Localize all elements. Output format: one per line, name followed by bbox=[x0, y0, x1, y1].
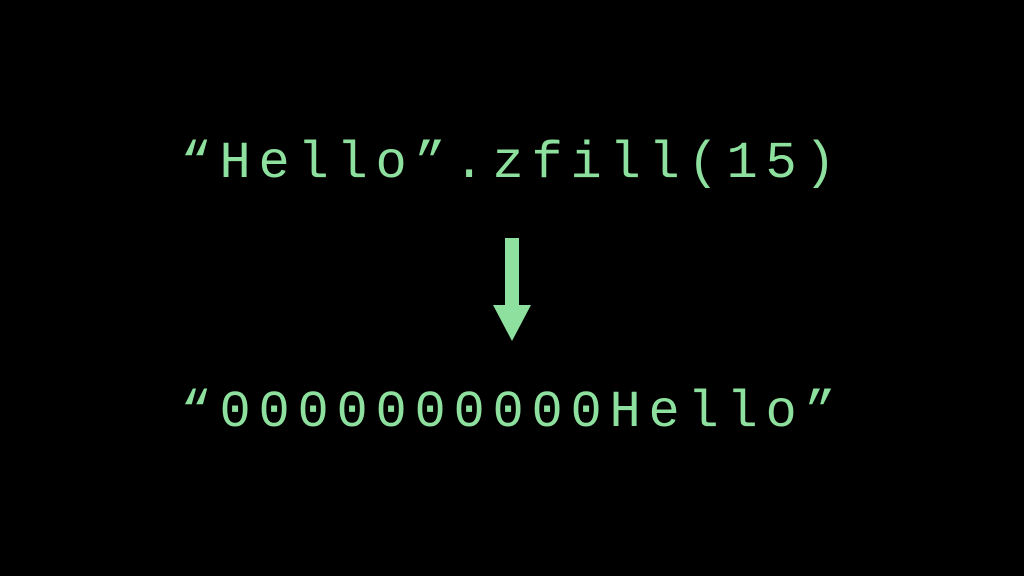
arrow-down bbox=[487, 233, 537, 343]
code-output-line: “0000000000Hello” bbox=[180, 383, 843, 442]
code-input-line: “Hello”.zfill(15) bbox=[180, 134, 843, 193]
arrow-down-icon bbox=[487, 233, 537, 343]
